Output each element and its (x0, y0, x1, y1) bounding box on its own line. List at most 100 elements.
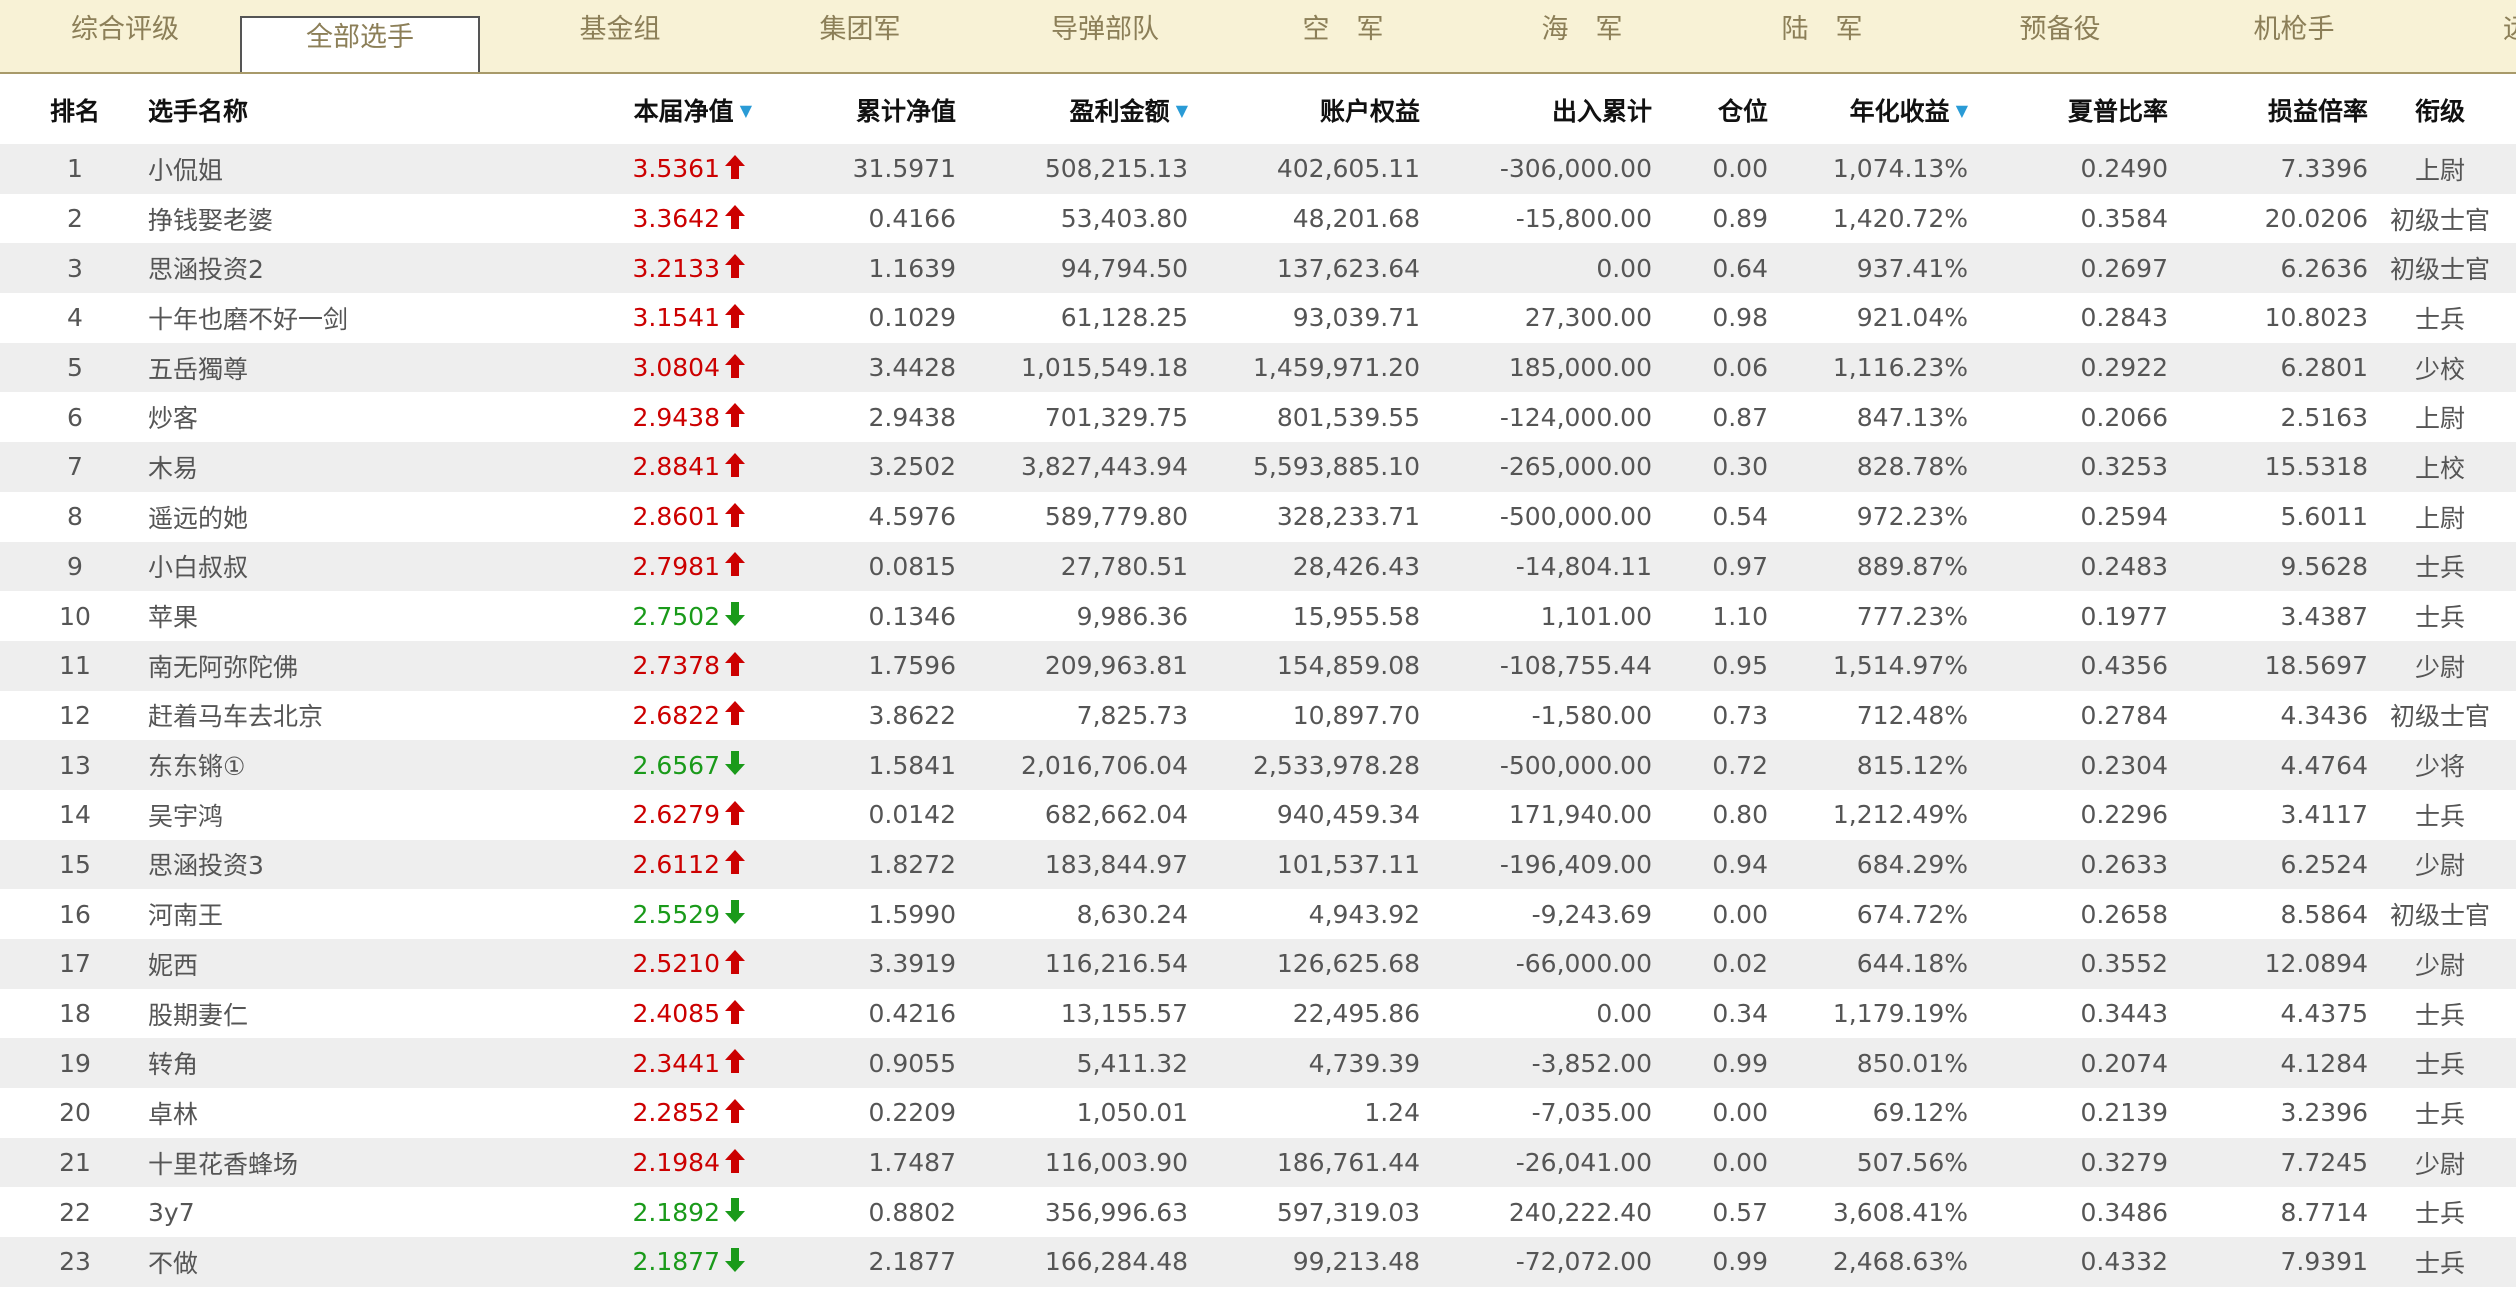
cell-annual-value: 937.41% (1856, 253, 1968, 283)
cell-name[interactable]: 小白叔叔 (148, 542, 448, 592)
column-header-equity[interactable]: 账户权益 (1190, 78, 1420, 142)
table-row[interactable]: 13 东东锵① 2.6567 1.5841 2,016,706.04 2,533,978.… (0, 740, 2516, 790)
cell-name-value[interactable]: 苹果 (148, 598, 198, 634)
table-row[interactable]: 18 股期妻仁 2.4085 0.4216 13,155.57 22,495.86 0.00… (0, 988, 2516, 1039)
cell-name-value[interactable]: 挣钱娶老婆 (148, 201, 273, 237)
cell-name-value[interactable]: 3y7 (148, 1198, 195, 1227)
cell-name[interactable]: 赶着马车去北京 (148, 691, 448, 741)
table-row[interactable]: 12 赶着马车去北京 2.6822 3.8622 7,825.73 10,897.70 -1… (0, 690, 2516, 741)
cell-name[interactable]: 炒客 (148, 392, 448, 442)
sort-descending-icon[interactable]: ▼ (1176, 101, 1188, 120)
column-header-nav[interactable]: 本届净值 ▼ (500, 78, 752, 142)
cell-name-value[interactable]: 股期妻仁 (148, 996, 248, 1032)
column-header-annual[interactable]: 年化收益 ▼ (1770, 78, 1968, 142)
table-row[interactable]: 5 五岳獨尊 3.0804 3.4428 1,015,549.18 1,459,971.2… (0, 342, 2516, 393)
table-row[interactable]: 4 十年也磨不好一剑 3.1541 0.1029 61,128.25 93,039.71 2… (0, 293, 2516, 343)
cell-name[interactable]: 南无阿弥陀佛 (148, 641, 448, 691)
table-row[interactable]: 9 小白叔叔 2.7981 0.0815 27,780.51 28,426.43 -14,8… (0, 541, 2516, 592)
tab-1[interactable]: 综合评级 (65, 0, 185, 72)
table-row[interactable]: 20 卓林 2.2852 0.2209 1,050.01 1.24 -7,035.00 0.0… (0, 1088, 2516, 1138)
column-header-sharpe[interactable]: 夏普比率 (1970, 78, 2168, 142)
cell-name-value[interactable]: 小侃姐 (148, 151, 223, 187)
cell-name-value[interactable]: 河南王 (148, 896, 223, 932)
tab-11[interactable]: 远征 (2470, 0, 2516, 72)
table-row[interactable]: 23 不做 2.1877 2.1877 166,284.48 99,213.48 -72,0… (0, 1237, 2516, 1287)
cell-name-value[interactable]: 不做 (148, 1244, 198, 1280)
column-header-flow[interactable]: 出入累计 (1420, 78, 1652, 142)
cell-name-value[interactable]: 十里花香蜂场 (148, 1145, 298, 1181)
table-row[interactable]: 15 思涵投资3 2.6112 1.8272 183,844.97 101,537.11 -… (0, 839, 2516, 890)
table-row[interactable]: 2 挣钱娶老婆 3.3642 0.4166 53,403.80 48,201.68 -15,… (0, 193, 2516, 244)
cell-name[interactable]: 卓林 (148, 1088, 448, 1138)
table-row[interactable]: 21 十里花香蜂场 2.1984 1.7487 116,003.90 186,761.44… (0, 1137, 2516, 1188)
column-header-cum[interactable]: 累计净值 (760, 78, 956, 142)
cell-name[interactable]: 不做 (148, 1237, 448, 1287)
tab-10[interactable]: 机枪手 (2234, 0, 2354, 72)
table-row[interactable]: 7 木易 2.8841 3.2502 3,827,443.94 5,593,885.10 -… (0, 442, 2516, 492)
column-header-rank[interactable]: 排名 (0, 78, 150, 142)
cell-name[interactable]: 转角 (148, 1038, 448, 1088)
tab-5[interactable]: 导弹部队 (1025, 0, 1185, 72)
tab-9[interactable]: 预备役 (2000, 0, 2120, 72)
tab-4[interactable]: 集团军 (800, 0, 920, 72)
cell-name[interactable]: 吴宇鸿 (148, 790, 448, 840)
cell-name[interactable]: 挣钱娶老婆 (148, 194, 448, 244)
cell-name-value[interactable]: 吴宇鸿 (148, 797, 223, 833)
cell-name[interactable]: 遥远的她 (148, 492, 448, 542)
table-row[interactable]: 17 妮西 2.5210 3.3919 116,216.54 126,625.68 -66,… (0, 939, 2516, 989)
column-header-title[interactable]: 衔级 (2370, 78, 2510, 142)
table-row[interactable]: 16 河南王 2.5529 1.5990 8,630.24 4,943.92 -9,243.… (0, 889, 2516, 939)
tab-3[interactable]: 基金组 (560, 0, 680, 72)
table-row[interactable]: 10 苹果 2.7502 0.1346 9,986.36 15,955.58 1,101.0… (0, 591, 2516, 641)
cell-name[interactable]: 思涵投资2 (148, 243, 448, 293)
cell-name-value[interactable]: 东东锵① (148, 747, 245, 783)
cell-name[interactable]: 东东锵① (148, 740, 448, 790)
cell-profit: 3,827,443.94 (960, 442, 1188, 492)
cell-name-value[interactable]: 木易 (148, 449, 198, 485)
table-row[interactable]: 11 南无阿弥陀佛 2.7378 1.7596 209,963.81 154,859.08… (0, 640, 2516, 691)
cell-name-value[interactable]: 卓林 (148, 1095, 198, 1131)
cell-name-value[interactable]: 小白叔叔 (148, 548, 248, 584)
cell-name[interactable]: 十年也磨不好一剑 (148, 293, 448, 343)
cell-name-value[interactable]: 思涵投资3 (148, 846, 264, 882)
cell-name-value[interactable]: 赶着马车去北京 (148, 697, 323, 733)
cell-rank-value: 16 (59, 899, 91, 929)
cell-name[interactable]: 十里花香蜂场 (148, 1138, 448, 1188)
tab-7[interactable]: 海 军 (1522, 0, 1642, 72)
tab-8[interactable]: 陆 军 (1762, 0, 1882, 72)
table-row[interactable]: 19 转角 2.3441 0.9055 5,411.32 4,739.39 -3,852.0… (0, 1038, 2516, 1089)
cell-flow: 27,300.00 (1420, 293, 1652, 343)
cell-name-value[interactable]: 南无阿弥陀佛 (148, 648, 298, 684)
cell-name[interactable]: 河南王 (148, 889, 448, 939)
column-header-position[interactable]: 仓位 (1660, 78, 1768, 142)
cell-name[interactable]: 木易 (148, 442, 448, 492)
table-row[interactable]: 22 3y7 2.1892 0.8802 356,996.63 597,319.03 240… (0, 1187, 2516, 1238)
table-row[interactable]: 1 小侃姐 3.5361 31.5971 508,215.13 402,605.11 -30… (0, 144, 2516, 194)
sort-descending-icon[interactable]: ▼ (740, 101, 752, 120)
cell-name-value[interactable]: 十年也磨不好一剑 (148, 300, 348, 336)
tab-6[interactable]: 空 军 (1283, 0, 1403, 72)
table-row[interactable]: 6 炒客 2.9438 2.9438 701,329.75 801,539.55 -124,… (0, 392, 2516, 443)
cell-name-value[interactable]: 炒客 (148, 399, 198, 435)
cell-name-value[interactable]: 遥远的她 (148, 499, 248, 535)
cell-name-value[interactable]: 思涵投资2 (148, 250, 264, 286)
cell-name[interactable]: 妮西 (148, 939, 448, 989)
table-row[interactable]: 3 思涵投资2 3.2133 1.1639 94,794.50 137,623.64 0.0… (0, 243, 2516, 294)
table-row[interactable]: 8 遥远的她 2.8601 4.5976 589,779.80 328,233.71 -50… (0, 491, 2516, 542)
cell-name-value[interactable]: 转角 (148, 1045, 198, 1081)
column-header-profit[interactable]: 盈利金额 ▼ (960, 78, 1188, 142)
cell-name-value[interactable]: 五岳獨尊 (148, 350, 248, 386)
table-row[interactable]: 14 吴宇鸿 2.6279 0.0142 682,662.04 940,459.34 171… (0, 789, 2516, 840)
cell-name-value[interactable]: 妮西 (148, 946, 198, 982)
cell-name[interactable]: 股期妻仁 (148, 989, 448, 1039)
sort-descending-icon[interactable]: ▼ (1956, 101, 1968, 120)
column-header-name[interactable]: 选手名称 (148, 78, 448, 142)
cell-name[interactable]: 五岳獨尊 (148, 343, 448, 393)
tab-2[interactable]: 全部选手 (240, 16, 480, 72)
cell-name[interactable]: 3y7 (148, 1187, 448, 1237)
cell-name[interactable]: 苹果 (148, 591, 448, 641)
cell-name[interactable]: 小侃姐 (148, 144, 448, 194)
column-header-pl[interactable]: 损益倍率 (2170, 78, 2368, 142)
cell-name[interactable]: 思涵投资3 (148, 840, 448, 890)
cell-annual: 712.48% (1770, 691, 1968, 741)
